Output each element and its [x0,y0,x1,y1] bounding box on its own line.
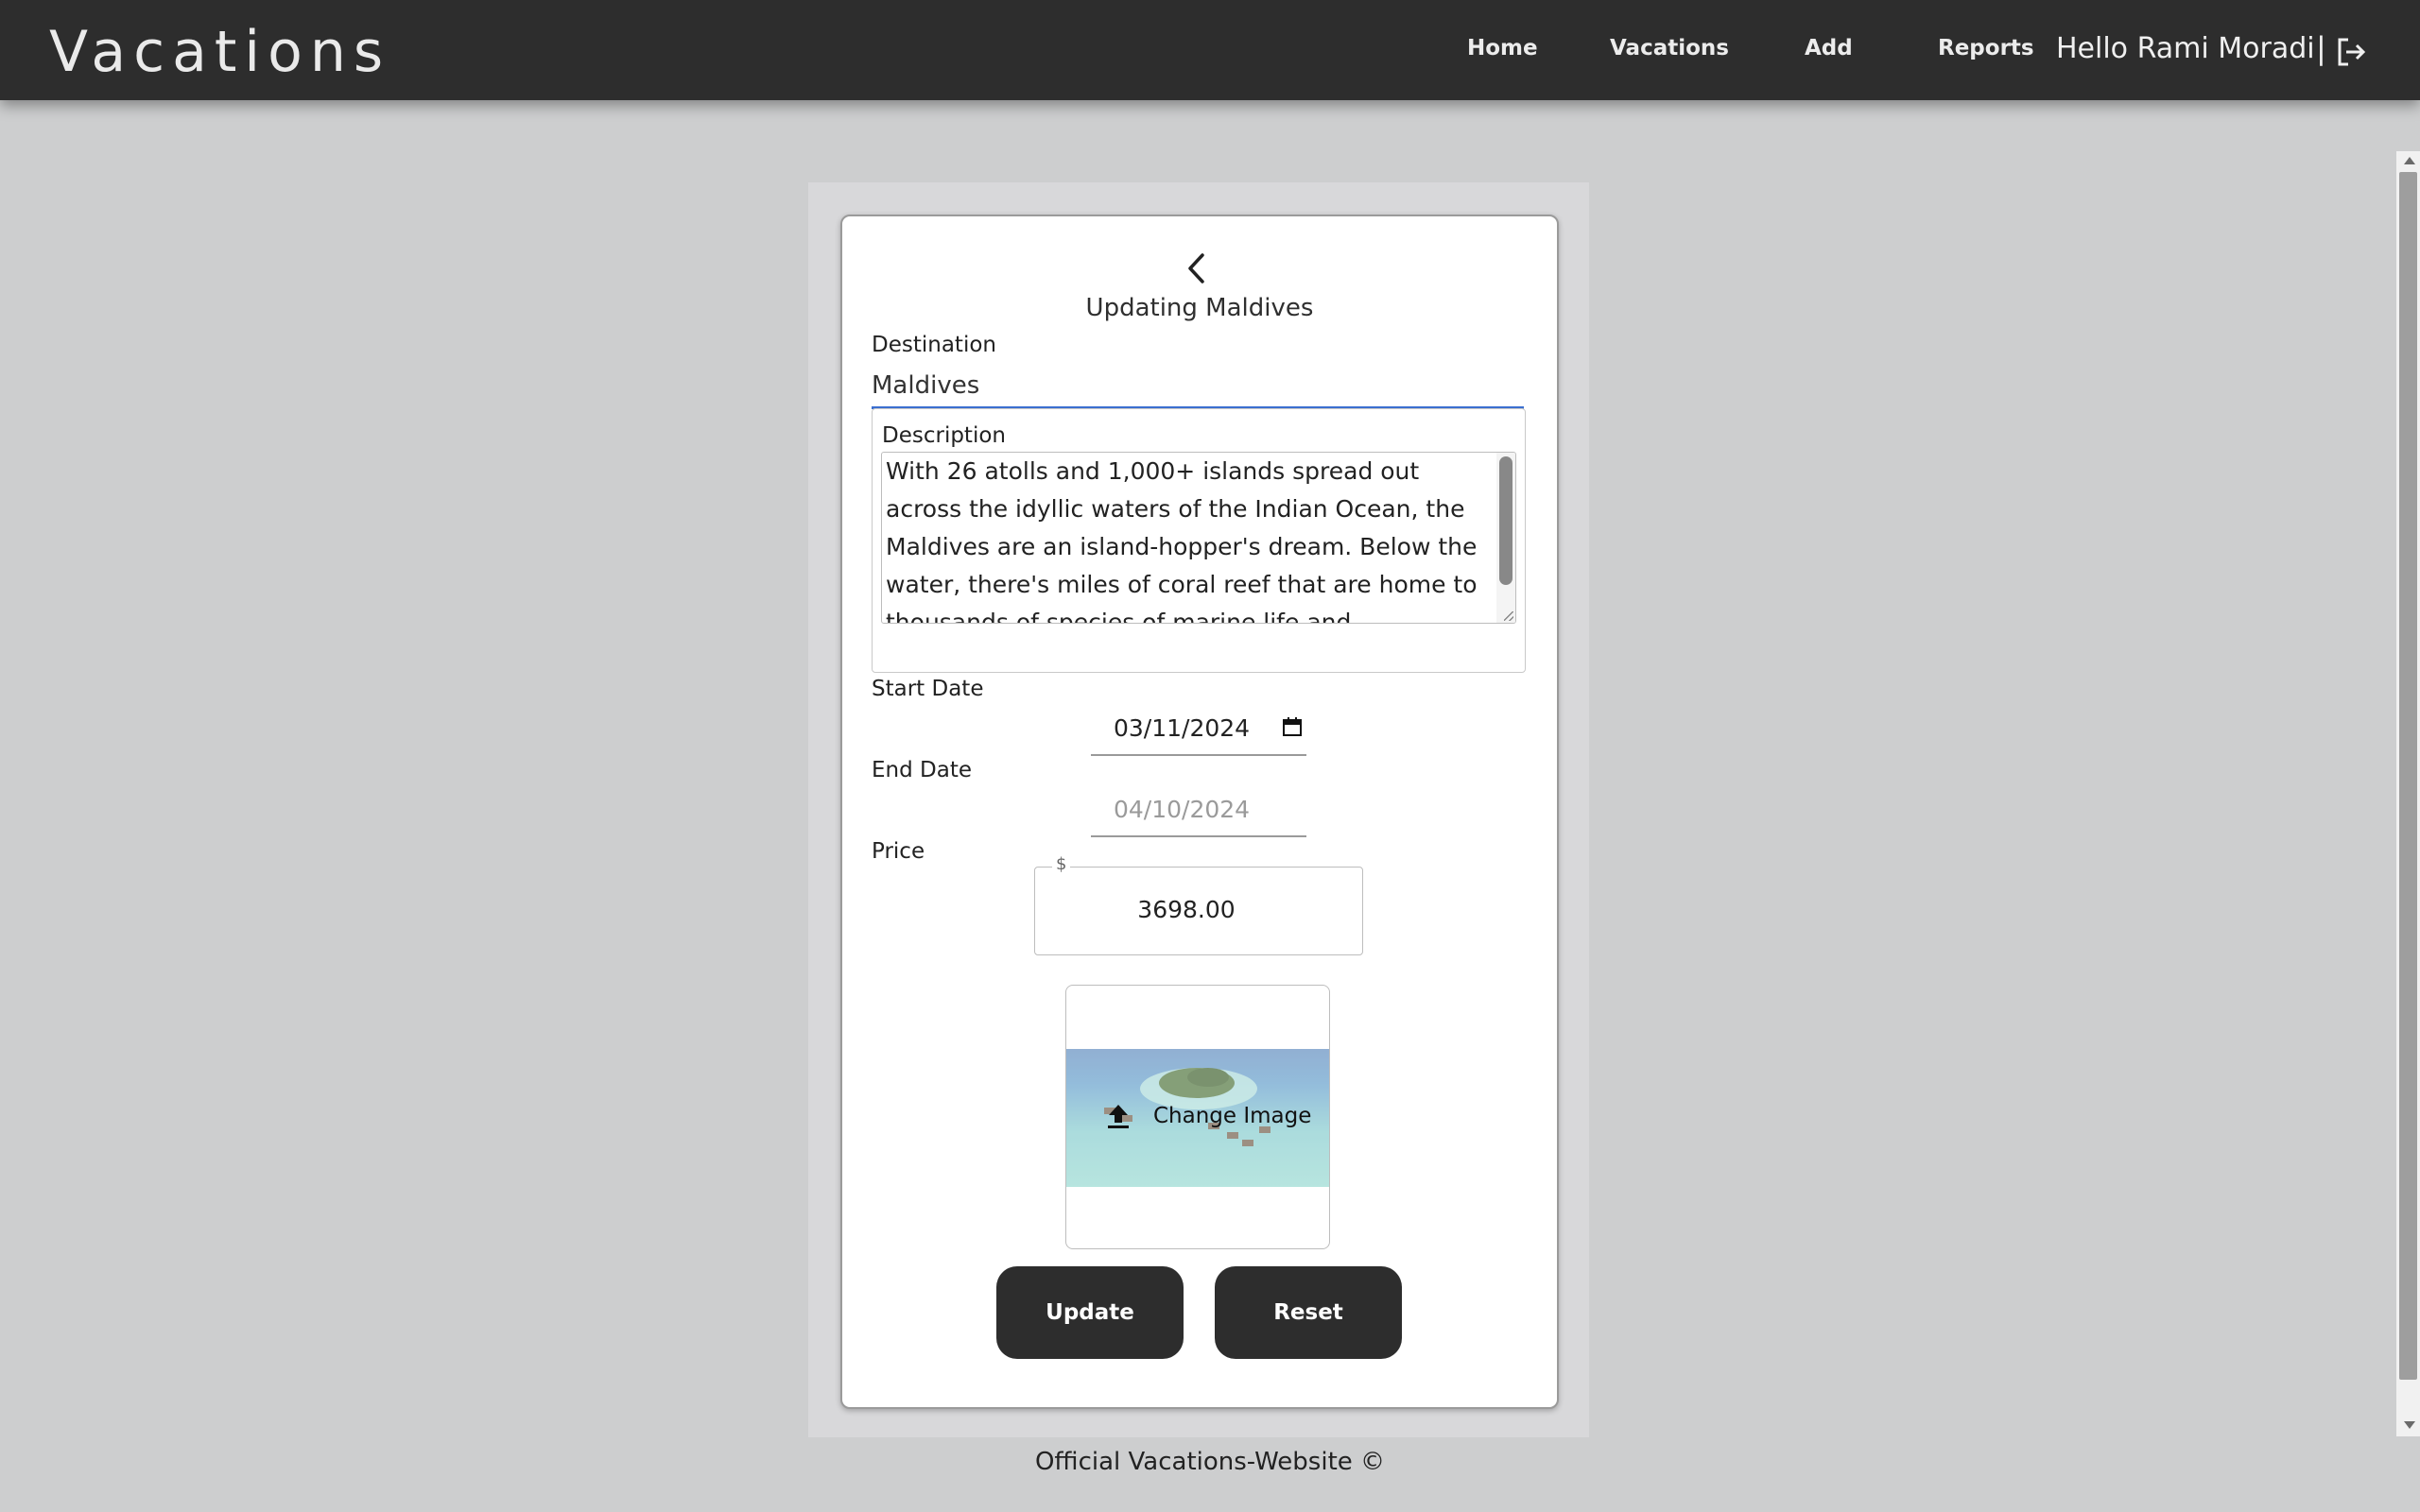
user-greeting: Hello Rami Moradi [2056,32,2315,65]
nav-home[interactable]: Home [1467,36,1538,60]
brand-logo[interactable]: Vacations [49,19,390,85]
nav-separator: | [2316,30,2326,66]
description-scrollbar-thumb[interactable] [1499,456,1512,585]
end-date-input[interactable]: 04/10/2024 [1091,788,1306,837]
price-label: Price [872,839,925,864]
destination-label: Destination [872,333,996,357]
change-image-label[interactable]: Change Image [1153,1104,1311,1128]
footer-text: Official Vacations-Website © [1034,1448,1386,1476]
nav-reports[interactable]: Reports [1938,36,2034,60]
scrollbar-thumb[interactable] [2399,172,2417,1380]
update-button[interactable]: Update [996,1266,1184,1359]
resize-grip-icon[interactable] [1504,611,1513,621]
price-value[interactable]: 3698.00 [1034,896,1339,923]
nav-add[interactable]: Add [1805,36,1853,60]
description-label: Description [882,423,1006,448]
description-text: With 26 atolls and 1,000+ islands spread… [886,457,1478,624]
description-textarea[interactable]: With 26 atolls and 1,000+ islands spread… [881,452,1516,624]
top-navbar: Vacations Home Vacations Add Reports Hel… [0,0,2420,100]
description-scrollbar[interactable] [1496,453,1515,623]
scroll-up-arrow-icon[interactable] [2404,157,2415,164]
nav-vacations[interactable]: Vacations [1610,36,1729,60]
destination-input[interactable] [872,365,1524,409]
start-date-input[interactable]: 03/11/2024 [1091,707,1306,756]
start-date-value: 03/11/2024 [1114,714,1251,742]
reset-button[interactable]: Reset [1215,1266,1402,1359]
start-date-label: Start Date [872,677,984,701]
end-date-label: End Date [872,758,972,782]
form-title: Updating Maldives [1085,294,1314,322]
scroll-down-arrow-icon[interactable] [2404,1421,2415,1429]
end-date-value: 04/10/2024 [1114,796,1251,823]
calendar-icon[interactable] [1282,716,1303,737]
price-currency-prefix: $ [1052,854,1071,874]
logout-icon[interactable] [2335,36,2367,68]
back-chevron-icon[interactable] [1184,251,1212,285]
upload-icon[interactable] [1104,1102,1132,1130]
